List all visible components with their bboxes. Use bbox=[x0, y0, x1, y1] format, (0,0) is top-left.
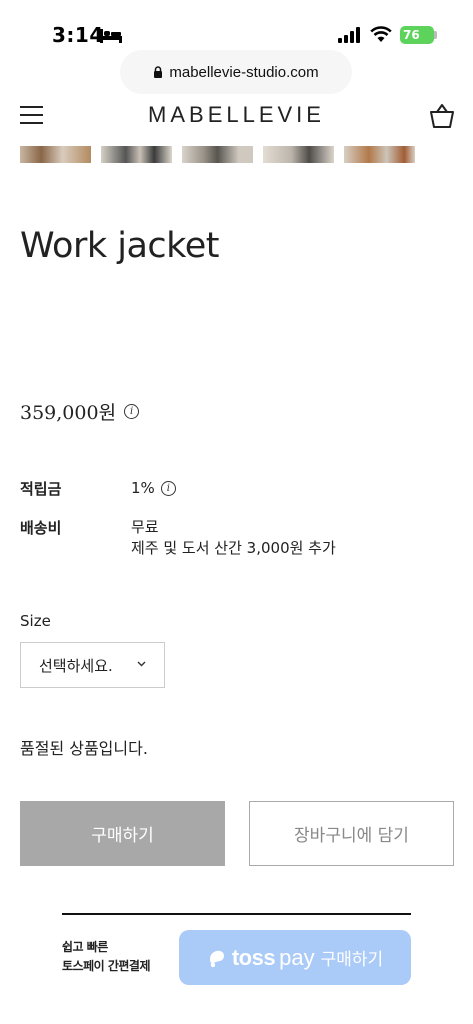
size-select[interactable]: 선택하세요. bbox=[20, 642, 165, 688]
points-label: 적립금 bbox=[20, 480, 62, 498]
price-row: 359,000원 i bbox=[20, 398, 140, 425]
cellular-signal-icon bbox=[338, 27, 360, 43]
points-row: 적립금 1% i bbox=[20, 478, 336, 499]
toss-pay-button[interactable]: toss pay 구매하기 bbox=[179, 930, 411, 985]
site-header: MABELLEVIE bbox=[0, 96, 473, 138]
lock-icon bbox=[154, 66, 163, 78]
points-value: 1% bbox=[131, 479, 155, 497]
toss-action-text: 구매하기 bbox=[320, 950, 384, 970]
toss-caption-line1: 쉽고 빠른 bbox=[62, 940, 108, 954]
sleep-mode-icon bbox=[100, 29, 122, 43]
product-thumbnail[interactable] bbox=[101, 146, 172, 163]
battery-tip bbox=[434, 31, 437, 39]
product-thumbnail[interactable] bbox=[344, 146, 415, 163]
toss-logo-icon bbox=[209, 950, 224, 967]
shopping-bag-icon[interactable] bbox=[428, 102, 456, 130]
battery-icon: 76 bbox=[400, 26, 434, 44]
section-divider bbox=[62, 913, 411, 915]
size-label: Size bbox=[20, 612, 51, 630]
toss-pay-text: pay bbox=[279, 944, 315, 970]
product-thumbnail[interactable] bbox=[182, 146, 253, 163]
chevron-down-icon bbox=[137, 661, 146, 667]
wifi-icon bbox=[370, 26, 392, 42]
points-info-icon[interactable]: i bbox=[160, 481, 176, 496]
price-info-icon[interactable]: i bbox=[124, 404, 140, 419]
add-to-cart-button[interactable]: 장바구니에 담기 bbox=[249, 801, 454, 866]
shipping-row: 배송비 무료 제주 및 도서 산간 3,000원 추가 bbox=[20, 517, 336, 559]
toss-caption: 쉽고 빠른 토스페이 간편결제 bbox=[62, 938, 151, 976]
product-title: Work jacket bbox=[20, 226, 219, 266]
toss-caption-line2: 토스페이 간편결제 bbox=[62, 959, 151, 973]
product-info-table: 적립금 1% i 배송비 무료 제주 및 도서 산간 3,000원 추가 bbox=[20, 478, 336, 577]
shipping-value: 무료 bbox=[131, 518, 159, 536]
url-text: mabellevie-studio.com bbox=[169, 63, 319, 81]
brand-logo[interactable]: MABELLEVIE bbox=[0, 102, 473, 128]
battery-level: 76 bbox=[403, 28, 420, 42]
size-selected-value: 선택하세요. bbox=[39, 656, 113, 675]
toss-brand-text: toss bbox=[231, 944, 276, 970]
product-price: 359,000원 bbox=[20, 402, 117, 424]
address-bar[interactable]: mabellevie-studio.com bbox=[120, 50, 352, 94]
points-value-wrap: 1% i bbox=[131, 478, 176, 499]
shipping-label: 배송비 bbox=[20, 519, 62, 537]
product-thumbnail[interactable] bbox=[263, 146, 334, 163]
soldout-message: 품절된 상품입니다. bbox=[20, 739, 148, 758]
shipping-note: 제주 및 도서 산간 3,000원 추가 bbox=[131, 539, 336, 557]
buy-button[interactable]: 구매하기 bbox=[20, 801, 225, 866]
product-thumbnail[interactable] bbox=[20, 146, 91, 163]
shipping-value-wrap: 무료 제주 및 도서 산간 3,000원 추가 bbox=[131, 517, 336, 559]
product-thumbnails bbox=[20, 146, 415, 163]
status-time: 3:14 bbox=[52, 23, 104, 47]
